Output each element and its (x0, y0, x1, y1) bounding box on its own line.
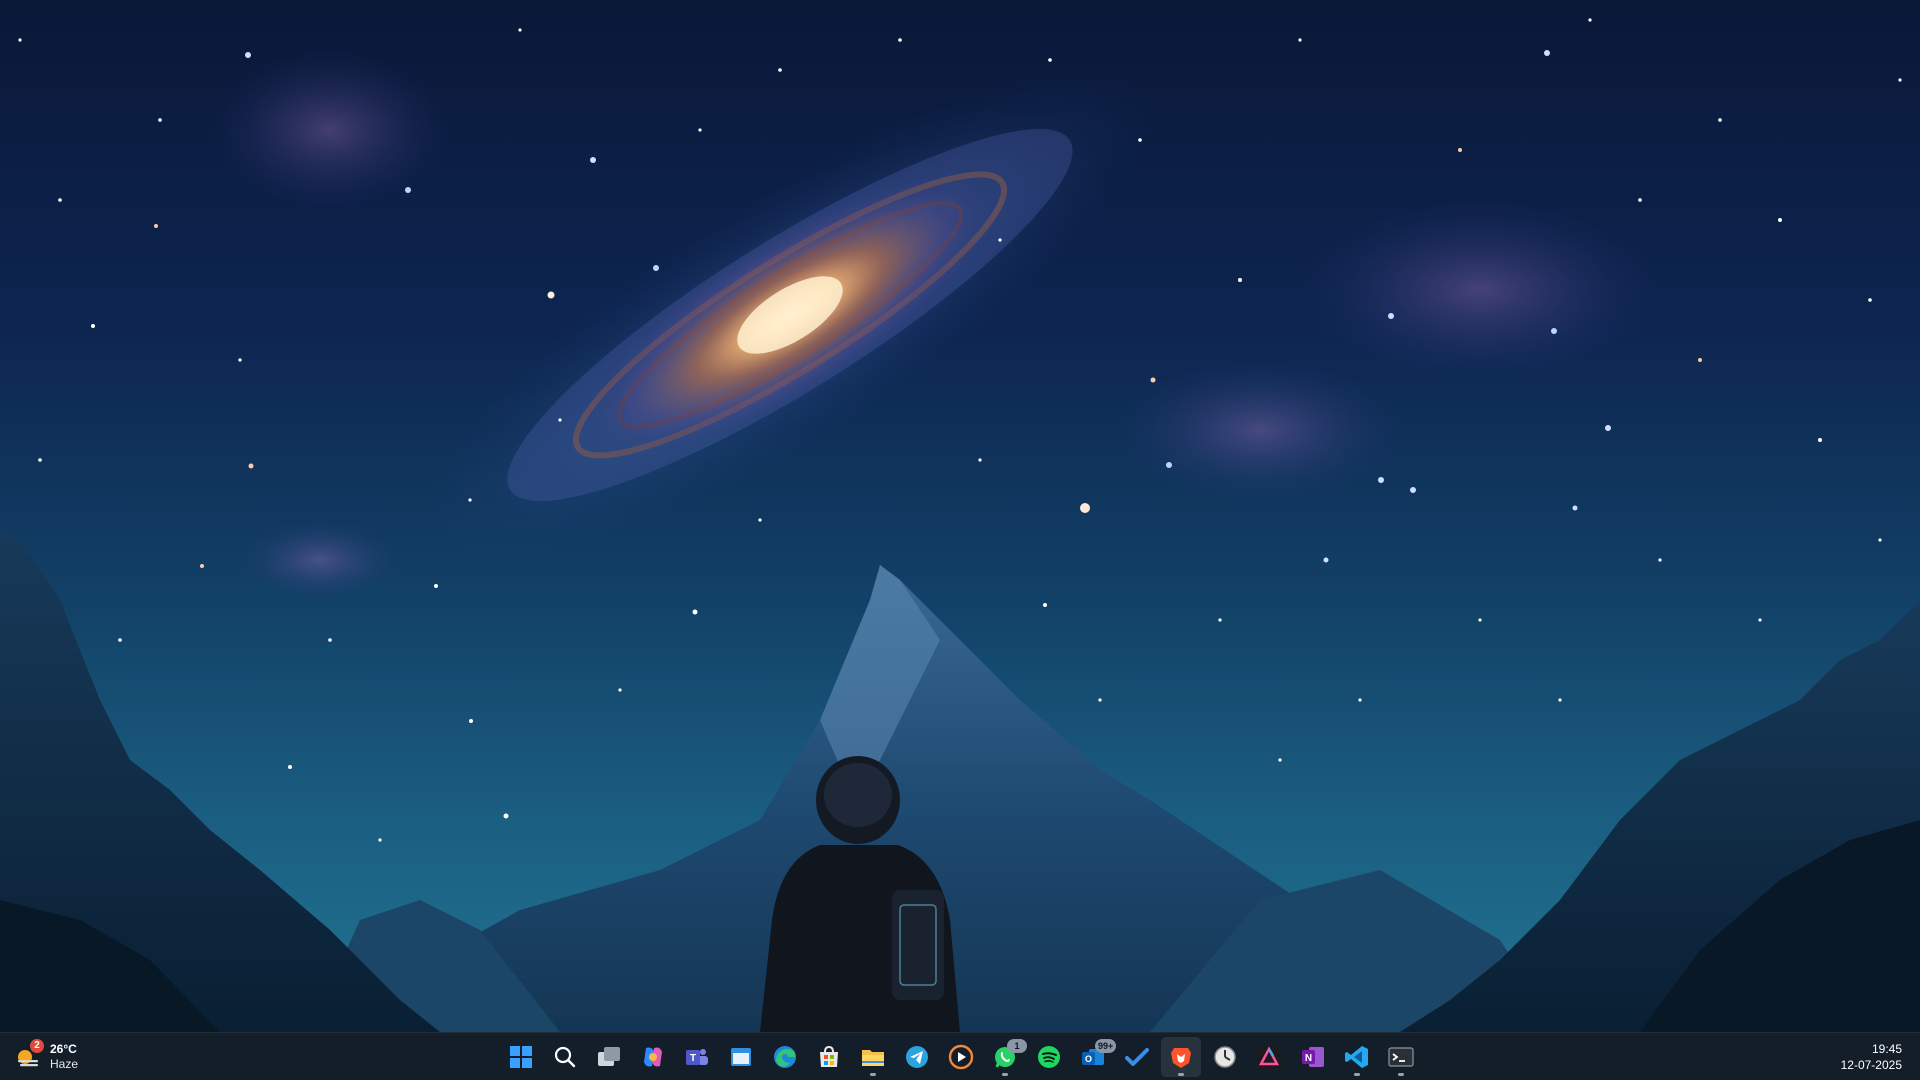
wallpaper-image (0, 18, 1920, 1032)
taskbar: 2 26°C Haze T 1 O 99+ N 19:45 12-07-2025 (0, 1032, 1920, 1080)
weather-widget[interactable]: 2 26°C Haze (14, 1037, 78, 1077)
spotify-icon (1036, 1044, 1062, 1070)
folder-icon (860, 1044, 886, 1070)
taskbar-app-onenote[interactable]: N (1293, 1037, 1333, 1077)
running-indicator (870, 1073, 876, 1076)
vscode-icon (1344, 1044, 1370, 1070)
taskbar-app-widgets[interactable] (721, 1037, 761, 1077)
weather-temperature: 26°C (50, 1042, 77, 1056)
desktop[interactable]: 2 26°C Haze T 1 O 99+ N 19:45 12-07-2025 (0, 0, 1920, 1080)
weather-alert-badge: 2 (30, 1039, 44, 1053)
taskbar-app-task-view[interactable] (589, 1037, 629, 1077)
weather-condition: Haze (50, 1057, 79, 1071)
clock-date: 12-07-2025 (1840, 1058, 1902, 1072)
running-indicator (1002, 1073, 1008, 1076)
taskbar-app-terminal[interactable] (1381, 1037, 1421, 1077)
clock-time: 19:45 (1871, 1042, 1902, 1056)
running-indicator (1398, 1073, 1404, 1076)
system-clock[interactable]: 19:45 12-07-2025 (1841, 1041, 1902, 1073)
notification-badge: 1 (1007, 1039, 1027, 1053)
taskbar-apps: T 1 O 99+ N (499, 1033, 1423, 1080)
taskbar-app-todo[interactable] (1117, 1037, 1157, 1077)
running-indicator (1354, 1073, 1360, 1076)
taskbar-app-clock-app[interactable] (1205, 1037, 1245, 1077)
copilot-icon (640, 1044, 666, 1070)
taskbar-app-telegram[interactable] (897, 1037, 937, 1077)
onenote-icon: N (1300, 1044, 1326, 1070)
edge-icon (772, 1044, 798, 1070)
taskbar-app-whatsapp[interactable]: 1 (985, 1037, 1027, 1077)
notification-badge: 99+ (1095, 1039, 1117, 1053)
taskbar-app-teams[interactable]: T (677, 1037, 717, 1077)
svg-text:O: O (1085, 1054, 1092, 1064)
taskbar-app-outlook[interactable]: O 99+ (1073, 1037, 1117, 1077)
play-icon (948, 1044, 974, 1070)
search-icon (552, 1044, 578, 1070)
taskbar-app-brave[interactable] (1161, 1037, 1201, 1077)
task-view-icon (596, 1044, 622, 1070)
taskbar-app-vscode[interactable] (1337, 1037, 1377, 1077)
taskbar-app-start[interactable] (501, 1037, 541, 1077)
taskbar-app-file-explorer[interactable] (853, 1037, 893, 1077)
running-indicator (1178, 1073, 1184, 1076)
terminal-icon (1388, 1044, 1414, 1070)
clock-icon (1212, 1044, 1238, 1070)
affinity-icon (1256, 1044, 1282, 1070)
taskbar-app-spotify[interactable] (1029, 1037, 1069, 1077)
windows-logo-icon (508, 1044, 534, 1070)
taskbar-app-affinity[interactable] (1249, 1037, 1289, 1077)
sun-haze-icon: 2 (14, 1039, 44, 1071)
brave-lion-icon (1168, 1044, 1194, 1070)
store-icon (816, 1044, 842, 1070)
teams-icon: T (684, 1044, 710, 1070)
taskbar-app-edge[interactable] (765, 1037, 805, 1077)
taskbar-app-search[interactable] (545, 1037, 585, 1077)
taskbar-app-copilot[interactable] (633, 1037, 673, 1077)
svg-text:N: N (1305, 1053, 1312, 1064)
checkmark-icon (1124, 1044, 1150, 1070)
taskbar-app-media-player[interactable] (941, 1037, 981, 1077)
window-app-icon (728, 1044, 754, 1070)
taskbar-app-store[interactable] (809, 1037, 849, 1077)
telegram-icon (904, 1044, 930, 1070)
svg-text:T: T (690, 1053, 696, 1064)
